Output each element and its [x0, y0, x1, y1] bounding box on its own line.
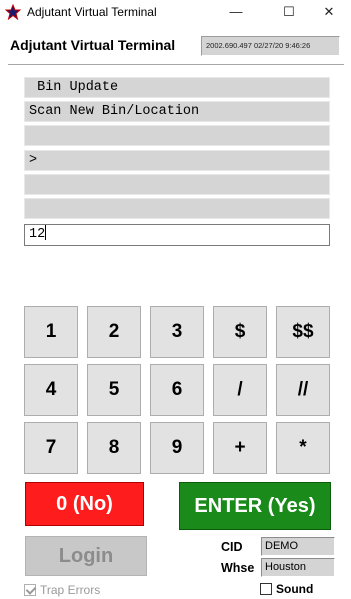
- sound-checkbox[interactable]: [260, 583, 272, 595]
- key-3[interactable]: 3: [150, 306, 204, 358]
- title-bar: Adjutant Virtual Terminal — ☐ ✕: [0, 0, 351, 24]
- terminal-line-5: [24, 174, 330, 195]
- terminal-input-value: 12: [29, 227, 46, 242]
- page-title: Adjutant Virtual Terminal: [10, 37, 176, 53]
- key-slash[interactable]: /: [213, 364, 267, 416]
- sound-label: Sound: [276, 582, 314, 596]
- terminal-line-6: [24, 198, 330, 219]
- window-title: Adjutant Virtual Terminal: [27, 5, 157, 19]
- trap-errors-option[interactable]: Trap Errors: [24, 583, 100, 597]
- key-plus[interactable]: +: [213, 422, 267, 474]
- key-6[interactable]: 6: [150, 364, 204, 416]
- sound-option[interactable]: Sound: [260, 582, 313, 596]
- cid-field: DEMO: [261, 537, 335, 556]
- close-button[interactable]: ✕: [306, 0, 351, 24]
- cid-label: CID: [221, 540, 243, 554]
- key-dollar[interactable]: $: [213, 306, 267, 358]
- key-7[interactable]: 7: [24, 422, 78, 474]
- minimize-button[interactable]: —: [213, 0, 259, 24]
- header-divider: [8, 64, 344, 66]
- terminal-line-3: [24, 125, 330, 146]
- key-9[interactable]: 9: [150, 422, 204, 474]
- key-5[interactable]: 5: [87, 364, 141, 416]
- login-button[interactable]: Login: [25, 536, 147, 576]
- key-double-slash[interactable]: //: [276, 364, 330, 416]
- key-8[interactable]: 8: [87, 422, 141, 474]
- enter-yes-button[interactable]: ENTER (Yes): [179, 482, 331, 530]
- trap-errors-checkbox[interactable]: [24, 584, 36, 596]
- terminal-line-1: Bin Update: [24, 77, 330, 98]
- key-1[interactable]: 1: [24, 306, 78, 358]
- key-2[interactable]: 2: [87, 306, 141, 358]
- whse-field: Houston: [261, 558, 335, 577]
- key-double-dollar[interactable]: $$: [276, 306, 330, 358]
- version-timestamp: 2002.690.497 02/27/20 9:46:26: [201, 36, 340, 56]
- key-asterisk[interactable]: *: [276, 422, 330, 474]
- whse-label: Whse: [221, 561, 255, 575]
- terminal-line-4: >: [24, 150, 330, 171]
- terminal-line-2: Scan New Bin/Location: [24, 101, 330, 122]
- star-app-icon: [5, 4, 21, 20]
- no-button[interactable]: 0 (No): [25, 482, 144, 526]
- terminal-input[interactable]: 12: [24, 224, 330, 246]
- text-caret: [45, 225, 47, 240]
- trap-errors-label: Trap Errors: [40, 583, 101, 597]
- key-4[interactable]: 4: [24, 364, 78, 416]
